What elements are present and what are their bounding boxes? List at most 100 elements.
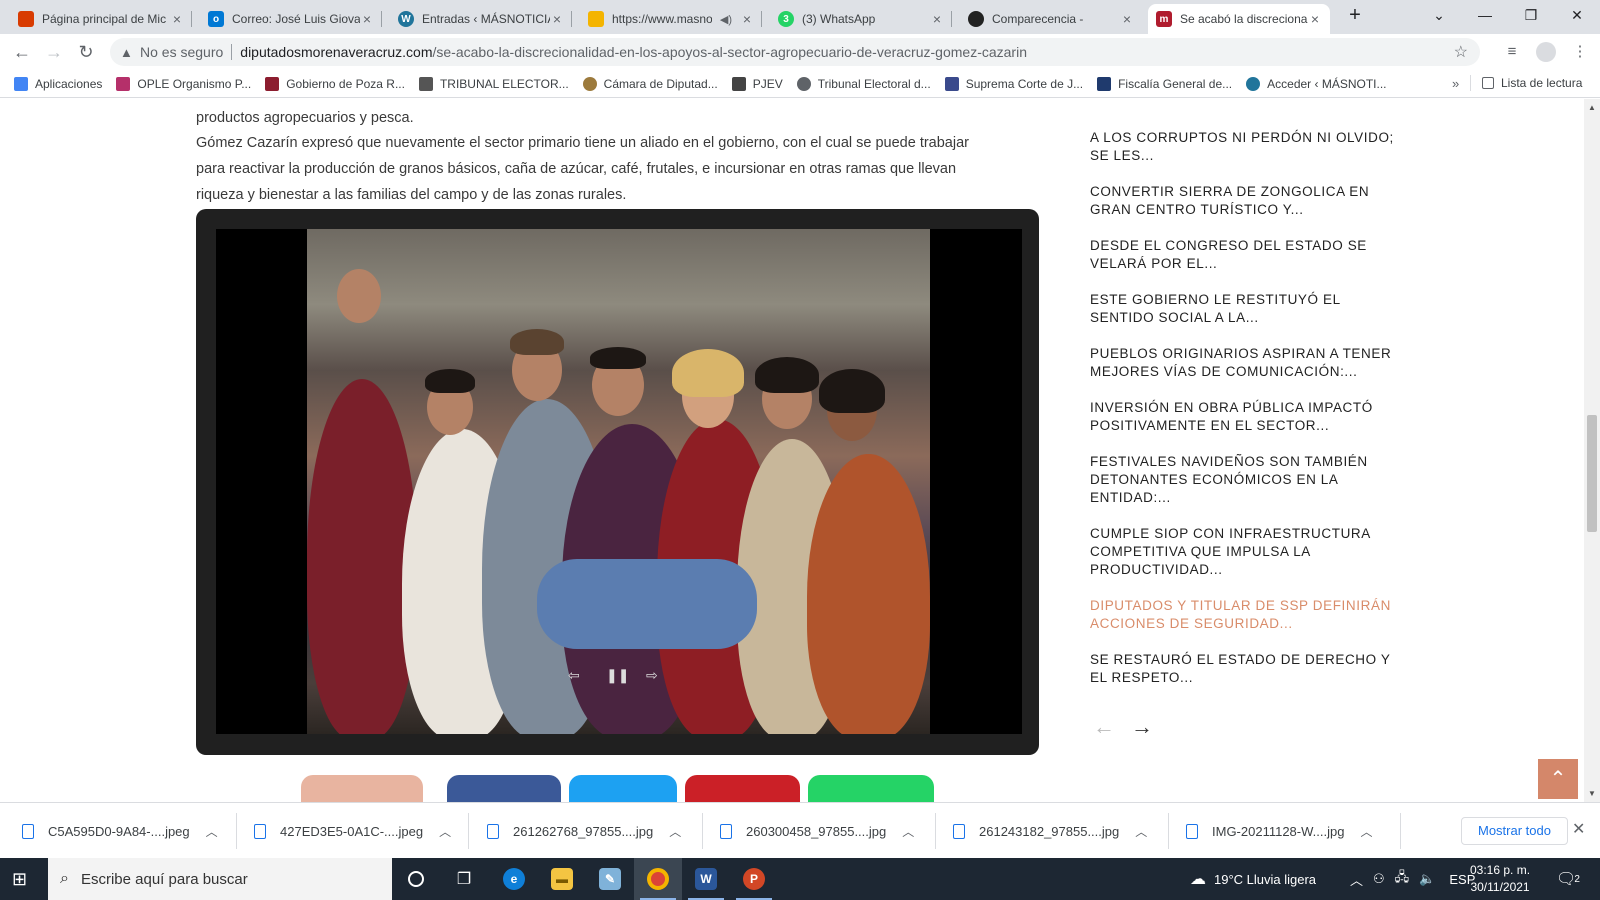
close-window-button[interactable]: ✕ (1554, 0, 1600, 30)
chrome-icon[interactable] (634, 858, 682, 900)
download-item[interactable]: 261243182_97855....jpg ︿ (953, 803, 1147, 859)
windows-start-icon[interactable]: ⊞ (12, 869, 27, 890)
related-post-link[interactable]: PUEBLOS ORIGINARIOS ASPIRAN A TENER MEJO… (1090, 345, 1400, 381)
scroll-down-arrow-icon[interactable]: ▼ (1588, 789, 1596, 798)
related-post-link[interactable]: DESDE EL CONGRESO DEL ESTADO SE VELARÁ P… (1090, 237, 1400, 273)
tab-comparecencia[interactable]: Comparecencia - × (960, 4, 1142, 34)
chevron-up-icon[interactable]: ︿ (902, 823, 914, 840)
bookmark-tribunal-electoral[interactable]: TRIBUNAL ELECTOR... (418, 76, 569, 91)
close-icon[interactable]: × (1308, 11, 1322, 27)
close-icon[interactable]: × (1120, 11, 1134, 27)
bookmark-fiscalia[interactable]: Fiscalía General de... (1097, 76, 1232, 91)
scroll-up-arrow-icon[interactable]: ▲ (1588, 103, 1596, 112)
tab-office[interactable]: Página principal de Mic × (10, 4, 192, 34)
download-item[interactable]: 260300458_97855....jpg ︿ (720, 803, 914, 859)
reload-icon[interactable]: ↻ (74, 40, 98, 64)
close-icon[interactable]: × (170, 11, 184, 27)
network-icon[interactable]: 🖧 (1395, 868, 1410, 890)
related-post-link[interactable]: SE RESTAURÓ EL ESTADO DE DERECHO Y EL RE… (1090, 651, 1400, 687)
security-label[interactable]: No es seguro (140, 44, 223, 60)
tab-active-article[interactable]: m Se acabó la discreciona × (1148, 4, 1330, 34)
chevron-up-icon[interactable]: ︿ (206, 823, 218, 840)
minimize-button[interactable]: — (1462, 0, 1508, 30)
related-post-link-hovered[interactable]: DIPUTADOS Y TITULAR DE SSP DEFINIRÁN ACC… (1090, 597, 1400, 633)
related-post-link[interactable]: ESTE GOBIERNO LE RESTITUYÓ EL SENTIDO SO… (1090, 291, 1400, 327)
address-bar[interactable]: ▲ No es seguro diputadosmorenaveracruz.c… (110, 38, 1480, 66)
meet-now-icon[interactable]: ⚇ (1373, 871, 1385, 887)
chevron-up-icon[interactable]: ︿ (669, 823, 681, 840)
tab-whatsapp[interactable]: 3 (3) WhatsApp × (770, 4, 952, 34)
edge-icon[interactable]: e (490, 858, 538, 900)
related-post-link[interactable]: CUMPLE SIOP CON INFRAESTRUCTURA COMPETIT… (1090, 525, 1400, 579)
sidebar-prev-arrow-icon[interactable]: ← (1093, 714, 1115, 739)
related-post-link[interactable]: FESTIVALES NAVIDEÑOS SON TAMBIÉN DETONAN… (1090, 453, 1400, 507)
bookmark-star-icon[interactable]: ☆ (1454, 42, 1468, 62)
task-view-icon[interactable]: ❐ (440, 858, 488, 900)
chevron-up-icon[interactable]: ︿ (1135, 823, 1147, 840)
gallery-prev-arrow-icon[interactable]: ⇦ (568, 667, 580, 684)
bookmark-tribunal-electoral-d[interactable]: Tribunal Electoral d... (796, 76, 931, 91)
word-icon[interactable]: W (682, 858, 730, 900)
scrollbar-thumb[interactable] (1587, 415, 1597, 532)
taskbar-clock[interactable]: 03:16 p. m. 30/11/2021 (1470, 862, 1530, 896)
chevron-up-icon[interactable]: ︿ (1360, 823, 1372, 840)
gallery-photo-audience[interactable] (307, 229, 930, 734)
bookmark-camara-diputados[interactable]: Cámara de Diputad... (582, 76, 718, 91)
share-twitter-button[interactable] (569, 775, 677, 802)
chevron-up-icon[interactable]: ︿ (439, 823, 451, 840)
download-item[interactable]: 427ED3E5-0A1C-....jpeg ︿ (254, 803, 451, 859)
forward-arrow-icon[interactable]: → (42, 40, 66, 64)
restore-button[interactable]: ❐ (1508, 0, 1554, 30)
cortana-icon[interactable] (392, 858, 440, 900)
close-icon[interactable]: × (930, 11, 944, 27)
tab-masnoticias[interactable]: https://www.masno ◀) × (580, 4, 762, 34)
download-item[interactable]: C5A595D0-9A84-....jpeg ︿ (22, 803, 218, 859)
bookmark-apps[interactable]: Aplicaciones (14, 76, 102, 91)
volume-icon[interactable]: 🔈 (1419, 871, 1435, 887)
tab-outlook[interactable]: o Correo: José Luis Giova × (200, 4, 382, 34)
related-post-link[interactable]: A LOS CORRUPTOS NI PERDÓN NI OLVIDO; SE … (1090, 129, 1400, 165)
bookmark-poza-rica[interactable]: Gobierno de Poza R... (265, 76, 405, 91)
file-explorer-icon[interactable]: ▬ (538, 858, 586, 900)
gallery-next-arrow-icon[interactable]: ⇨ (646, 667, 658, 684)
gallery-pause-icon[interactable]: ❚❚ (606, 667, 629, 684)
scroll-to-top-button[interactable]: ⌃ (1538, 759, 1578, 799)
back-arrow-icon[interactable]: ← (10, 40, 34, 64)
close-icon[interactable]: × (550, 11, 564, 27)
bookmark-suprema-corte[interactable]: Suprema Corte de J... (944, 76, 1083, 91)
tab-wordpress[interactable]: W Entradas ‹ MÁSNOTICIA × (390, 4, 572, 34)
warning-triangle-icon[interactable]: ▲ (120, 45, 134, 60)
bookmark-acceder-masnoticias[interactable]: Acceder ‹ MÁSNOTI... (1246, 76, 1387, 91)
tab-search-chevron-icon[interactable]: ⌄ (1416, 0, 1462, 30)
reading-list-button[interactable]: Lista de lectura (1482, 76, 1582, 90)
photo-gallery[interactable]: ⇦ ❚❚ ⇨ (196, 209, 1039, 755)
menu-kebab-icon[interactable]: ⋮ (1568, 40, 1592, 64)
related-post-link[interactable]: INVERSIÓN EN OBRA PÚBLICA IMPACTÓ POSITI… (1090, 399, 1400, 435)
close-icon[interactable]: × (360, 11, 374, 27)
share-facebook-button[interactable] (447, 775, 561, 802)
show-hidden-icons-chevron-icon[interactable]: ︿ (1350, 870, 1363, 889)
page-scrollbar[interactable]: ▲ ▼ (1584, 99, 1600, 802)
share-pinterest-button[interactable] (685, 775, 800, 802)
new-tab-button[interactable]: + (1332, 0, 1378, 30)
sidebar-next-arrow-icon[interactable]: → (1131, 714, 1153, 739)
media-control-icon[interactable]: ≡ (1500, 40, 1524, 64)
speaker-icon[interactable]: ◀) (720, 13, 732, 26)
profile-avatar-icon[interactable] (1534, 40, 1558, 64)
share-button-generic[interactable] (301, 775, 423, 802)
download-item[interactable]: IMG-20211128-W....jpg ︿ (1186, 803, 1373, 859)
action-center-icon[interactable]: 🗨 2 (1556, 858, 1580, 900)
more-bookmarks-chevron-icon[interactable]: » (1452, 76, 1459, 91)
download-item[interactable]: 261262768_97855....jpg ︿ (487, 803, 681, 859)
bookmark-pjev[interactable]: PJEV (731, 76, 783, 91)
show-all-downloads-button[interactable]: Mostrar todo (1461, 817, 1568, 845)
weather-widget[interactable]: ☁ 19°C Lluvia ligera (1190, 858, 1316, 900)
taskbar-search-box[interactable]: ⌕ Escribe aquí para buscar (48, 858, 392, 900)
share-whatsapp-button[interactable] (808, 775, 934, 802)
powerpoint-icon[interactable]: P (730, 858, 778, 900)
paint-icon[interactable]: ✎ (586, 858, 634, 900)
related-post-link[interactable]: CONVERTIR SIERRA DE ZONGOLICA EN GRAN CE… (1090, 183, 1400, 219)
close-icon[interactable]: ✕ (1572, 819, 1585, 839)
close-icon[interactable]: × (740, 11, 754, 27)
bookmark-ople[interactable]: OPLE Organismo P... (116, 76, 251, 91)
